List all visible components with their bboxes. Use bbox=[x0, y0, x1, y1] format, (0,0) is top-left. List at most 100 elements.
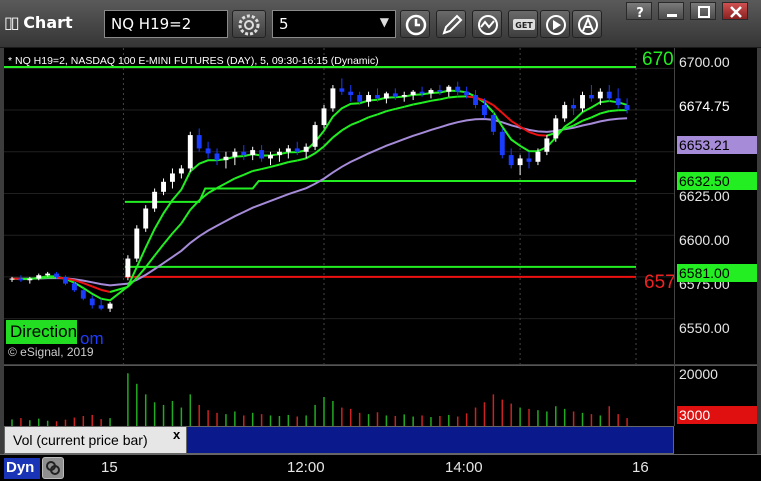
slow-ma-segment bbox=[403, 103, 414, 108]
copyright-text: © eSignal, 2019 bbox=[8, 345, 94, 359]
get-data-button[interactable]: GET bbox=[508, 10, 538, 38]
close-button[interactable] bbox=[722, 2, 748, 20]
candle-down bbox=[606, 91, 612, 99]
minimize-button[interactable] bbox=[658, 2, 684, 20]
play-button[interactable] bbox=[540, 10, 570, 38]
interval-value: 5 bbox=[279, 15, 289, 33]
study-label: Vol (current price bar) bbox=[13, 432, 148, 448]
help-button[interactable]: ? bbox=[626, 2, 652, 20]
study-legend[interactable]: Vol (current price bar) x bbox=[5, 427, 187, 453]
candle-down bbox=[348, 91, 354, 96]
last-price-marker: 6674.75 bbox=[677, 97, 757, 115]
candle-down bbox=[214, 153, 220, 161]
candle-down bbox=[54, 273, 60, 277]
interval-clock-button[interactable] bbox=[400, 10, 430, 38]
candle-down bbox=[482, 105, 487, 116]
candle-up bbox=[562, 105, 568, 119]
candle-down bbox=[508, 155, 514, 166]
candle-down bbox=[615, 98, 621, 106]
slow-ma-segment bbox=[180, 209, 192, 224]
candle-up bbox=[428, 90, 434, 94]
level-marker-green: 6581.00 bbox=[677, 264, 757, 282]
help-icon: ? bbox=[636, 6, 644, 19]
slow-ma-segment bbox=[412, 101, 423, 106]
vwap-line bbox=[11, 117, 628, 287]
maximize-button[interactable] bbox=[690, 2, 716, 20]
alert-a-icon bbox=[578, 15, 598, 35]
slow-ma-segment bbox=[279, 161, 289, 166]
draw-tool-button[interactable] bbox=[436, 10, 466, 38]
candle-down bbox=[526, 158, 532, 162]
candle-up bbox=[143, 208, 149, 229]
slow-ma-segment bbox=[492, 104, 503, 114]
price-axis[interactable]: 6700.00 6625.00 6600.00 6575.00 6550.00 … bbox=[674, 48, 757, 364]
close-study-icon[interactable]: x bbox=[173, 427, 180, 442]
candle-up bbox=[152, 191, 158, 209]
candle-down bbox=[357, 95, 363, 102]
slow-ma-segment bbox=[439, 96, 450, 101]
symbol-value: NQ H19=2 bbox=[111, 15, 192, 33]
candle-down bbox=[571, 105, 577, 109]
candle-down bbox=[63, 276, 68, 284]
candle-up bbox=[580, 95, 585, 109]
price-label: 6550.00 bbox=[679, 320, 730, 336]
symbol-settings-button[interactable] bbox=[232, 10, 266, 38]
candle-down bbox=[437, 90, 443, 92]
price-label: 6600.00 bbox=[679, 232, 730, 248]
interval-combo[interactable]: 5 ▼ bbox=[272, 10, 396, 38]
play-icon bbox=[546, 15, 566, 35]
candle-up bbox=[232, 151, 238, 157]
candle-down bbox=[205, 148, 211, 154]
window-title: ▯▯ Chart bbox=[4, 13, 73, 32]
price-label: 6625.00 bbox=[679, 188, 730, 204]
candle-up bbox=[170, 173, 175, 182]
slow-ma-segment bbox=[430, 98, 441, 102]
slow-ma-segment bbox=[288, 159, 298, 164]
slow-ma-segment bbox=[91, 285, 102, 291]
candle-down bbox=[588, 95, 594, 99]
level-label-green: 670 bbox=[642, 49, 674, 70]
minimize-icon bbox=[667, 14, 677, 17]
level-label-red: 657 bbox=[644, 272, 676, 293]
slow-ma-segment bbox=[386, 107, 396, 113]
dynamic-button[interactable]: Dyn bbox=[4, 458, 40, 479]
slow-ma-segment bbox=[243, 170, 254, 176]
study-wave-icon bbox=[478, 15, 498, 35]
candle-up bbox=[125, 258, 131, 277]
time-axis[interactable]: Dyn 15 12:00 14:00 16 bbox=[0, 454, 761, 481]
link-icon[interactable] bbox=[42, 457, 64, 479]
candle-down bbox=[80, 290, 86, 299]
candle-down bbox=[98, 305, 104, 309]
slow-ma-segment bbox=[582, 116, 592, 122]
candle-up bbox=[276, 151, 282, 156]
slow-ma-segment bbox=[216, 182, 227, 189]
volume-axis[interactable]: 20000 3000 bbox=[674, 365, 757, 426]
gear-icon bbox=[238, 14, 260, 36]
chain-link-icon bbox=[46, 461, 60, 475]
slow-ma-segment bbox=[528, 131, 539, 137]
candle-up bbox=[410, 91, 416, 96]
candle-up bbox=[383, 93, 389, 99]
studies-button[interactable] bbox=[472, 10, 502, 38]
candle-down bbox=[473, 95, 478, 106]
candle-down bbox=[241, 151, 247, 156]
alert-button[interactable] bbox=[572, 10, 602, 38]
candle-down bbox=[624, 105, 630, 111]
candle-down bbox=[464, 91, 470, 96]
slow-ma-segment bbox=[323, 136, 334, 148]
candle-up bbox=[446, 86, 452, 92]
slow-ma-segment bbox=[305, 152, 316, 160]
volume-chart-svg bbox=[11, 373, 628, 426]
clock-icon bbox=[405, 14, 427, 36]
volume-chart[interactable] bbox=[4, 365, 674, 426]
price-chart[interactable]: * NQ H19=2, NASDAQ 100 E-MINI FUTURES (D… bbox=[4, 48, 676, 364]
slow-ma-segment bbox=[448, 95, 458, 99]
symbol-combo[interactable]: NQ H19=2 bbox=[104, 10, 228, 38]
vwap-marker: 6653.21 bbox=[677, 136, 757, 154]
candle-up bbox=[107, 303, 113, 309]
candle-down bbox=[419, 91, 425, 94]
candle-up bbox=[268, 155, 273, 159]
volume-label: 20000 bbox=[679, 366, 718, 382]
candle-down bbox=[89, 298, 95, 306]
slow-ma-segment bbox=[341, 124, 352, 132]
